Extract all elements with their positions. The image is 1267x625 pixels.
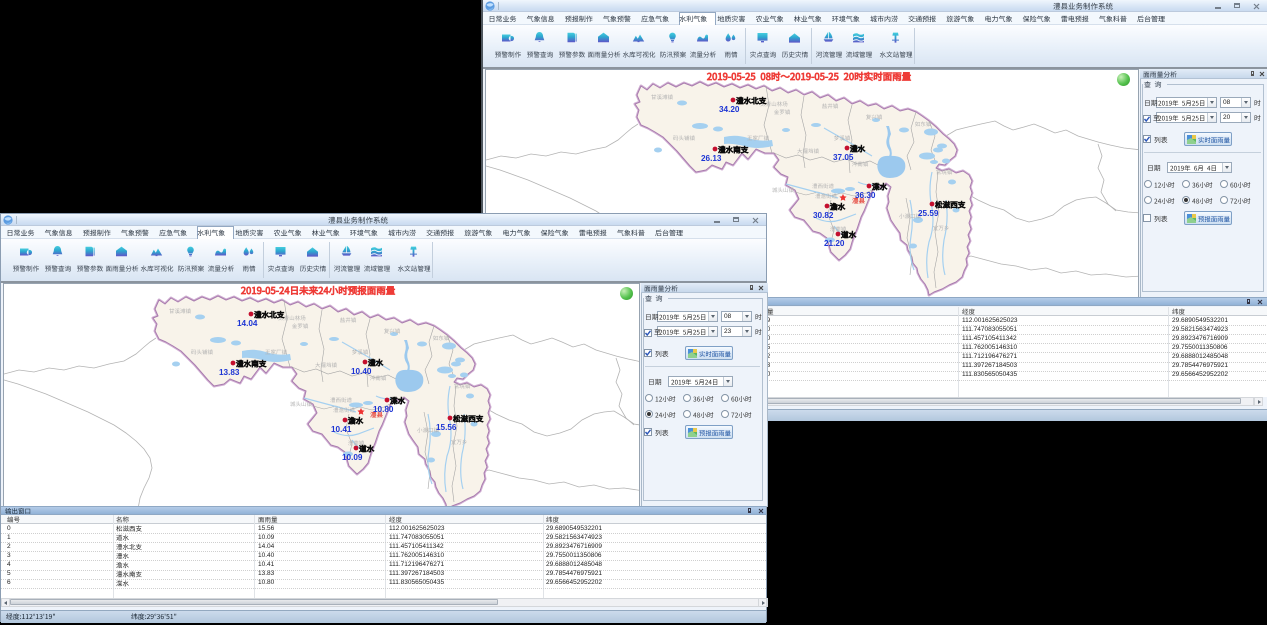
svg-text:10.09: 10.09 — [342, 453, 363, 462]
svg-text:15.56: 15.56 — [436, 423, 457, 432]
svg-text:26.13: 26.13 — [701, 154, 722, 163]
svg-text:30.82: 30.82 — [813, 211, 834, 220]
svg-text:37.05: 37.05 — [833, 153, 854, 162]
svg-text:13.83: 13.83 — [219, 368, 240, 377]
svg-text:10.80: 10.80 — [373, 405, 394, 414]
svg-text:10.41: 10.41 — [331, 425, 352, 434]
svg-text:10.40: 10.40 — [351, 367, 372, 376]
svg-text:36.30: 36.30 — [855, 191, 876, 200]
svg-text:25.59: 25.59 — [918, 209, 939, 218]
svg-text:34.20: 34.20 — [719, 105, 740, 114]
svg-text:14.04: 14.04 — [237, 319, 258, 328]
svg-text:21.20: 21.20 — [824, 239, 845, 248]
